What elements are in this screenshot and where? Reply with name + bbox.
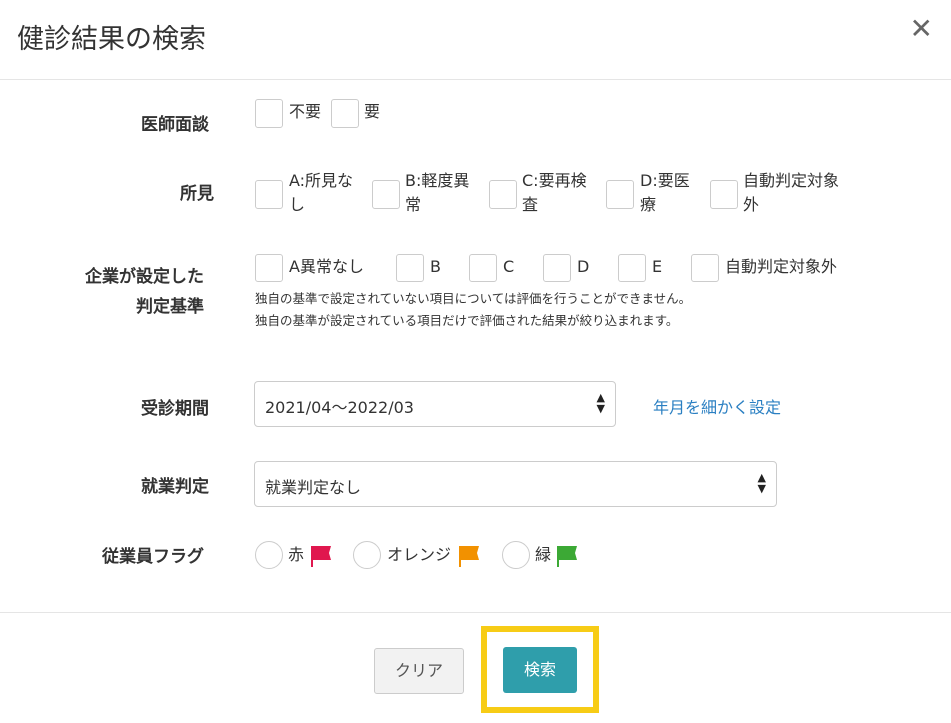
option-label: E: [652, 257, 663, 276]
checkbox-interview-required[interactable]: [331, 99, 359, 128]
option-label: 不要: [289, 102, 322, 121]
checkbox-criteria-c[interactable]: [469, 254, 497, 282]
employee-flag-label: 従業員フラグ: [102, 547, 204, 567]
option-label: 緑: [535, 545, 552, 564]
company-criteria-label: 企業が設定した 判定基準: [85, 267, 204, 317]
work-judgment-label: 就業判定: [141, 477, 209, 497]
option-label: D:要医療: [640, 171, 690, 214]
checkbox-finding-auto-excluded[interactable]: [710, 180, 738, 209]
checkbox-interview-not-required[interactable]: [255, 99, 283, 128]
close-icon[interactable]: ✕: [910, 15, 933, 43]
exam-period-label: 受診期間: [141, 399, 209, 419]
work-judgment-select[interactable]: 就業判定なし ▲ ▼: [254, 461, 777, 507]
option-label: 赤: [288, 545, 305, 564]
criteria-note-2: 独自の基準が設定されている項目だけで評価された結果が絞り込まれます。: [255, 313, 679, 328]
work-judgment-value: 就業判定なし: [265, 478, 362, 497]
checkbox-criteria-auto-excluded[interactable]: [691, 254, 719, 282]
option-label: C:要再検査: [522, 171, 587, 214]
checkbox-criteria-b[interactable]: [396, 254, 424, 282]
dialog-header: 健診結果の検索 ✕: [0, 0, 951, 80]
checkbox-criteria-d[interactable]: [543, 254, 571, 282]
select-arrows-icon: ▲ ▼: [757, 471, 766, 495]
footer-divider: [0, 612, 951, 613]
checkbox-criteria-e[interactable]: [618, 254, 646, 282]
exam-period-value: 2021/04～2022/03: [265, 398, 414, 417]
radio-flag-green[interactable]: [502, 541, 530, 569]
detailed-period-link[interactable]: 年月を細かく設定: [653, 394, 781, 418]
clear-button[interactable]: クリア: [374, 648, 464, 694]
checkbox-finding-c[interactable]: [489, 180, 517, 209]
checkbox-criteria-a[interactable]: [255, 254, 283, 282]
option-label: A異常なし: [289, 257, 364, 276]
dialog-title: 健診結果の検索: [17, 24, 206, 55]
radio-flag-orange[interactable]: [353, 541, 381, 569]
option-label: C: [503, 257, 515, 276]
option-label: 要: [364, 102, 381, 121]
option-label: 自動判定対象外: [725, 257, 838, 276]
option-label: A:所見なし: [289, 171, 354, 214]
findings-label: 所見: [180, 184, 214, 204]
radio-flag-red[interactable]: [255, 541, 283, 569]
doctor-interview-label: 医師面談: [141, 115, 209, 135]
option-label: B: [430, 257, 441, 276]
search-button[interactable]: 検索: [503, 647, 577, 693]
option-label: 自動判定対象外: [743, 171, 840, 214]
option-label: D: [577, 257, 590, 276]
flag-icon: [311, 546, 331, 567]
option-label: オレンジ: [387, 545, 452, 564]
checkbox-finding-a[interactable]: [255, 180, 283, 209]
flag-icon: [557, 546, 577, 567]
exam-period-select[interactable]: 2021/04～2022/03 ▲ ▼: [254, 381, 616, 427]
option-label: B:軽度異常: [405, 171, 470, 214]
criteria-note-1: 独自の基準で設定されていない項目については評価を行うことができません。: [255, 291, 692, 306]
checkbox-finding-d[interactable]: [606, 180, 634, 209]
checkbox-finding-b[interactable]: [372, 180, 400, 209]
select-arrows-icon: ▲ ▼: [596, 391, 605, 415]
flag-icon: [459, 546, 479, 567]
